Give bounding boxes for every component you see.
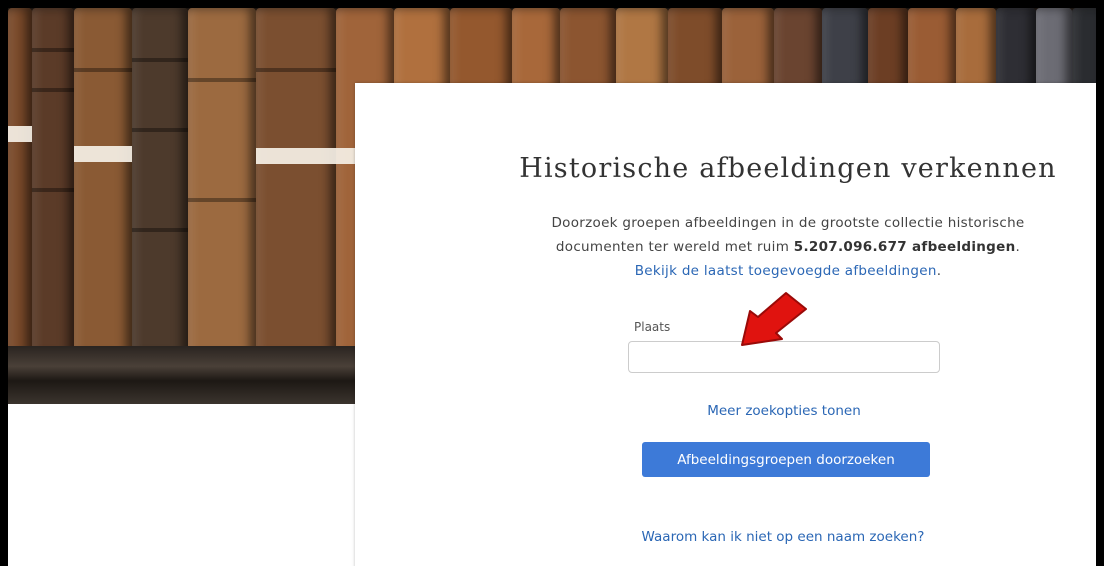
page-title: Historische afbeeldingen verkennen (519, 153, 1057, 184)
intro-text-suffix: . (1015, 239, 1021, 255)
book-spine (188, 8, 256, 356)
book-spine (74, 8, 132, 356)
book-spine (132, 8, 188, 356)
search-card: Historische afbeeldingen verkennen Doorz… (355, 83, 1096, 566)
recent-link-suffix: . (936, 263, 942, 279)
place-label: Plaats (634, 320, 671, 334)
why-name-search: Waarom kan ik niet op een naam zoeken? (637, 530, 929, 545)
intro-text: Doorzoek groepen afbeeldingen in de groo… (518, 211, 1058, 283)
book-spine (256, 8, 336, 356)
book-spine (8, 8, 32, 356)
search-button[interactable]: Afbeeldingsgroepen doorzoeken (642, 442, 930, 477)
why-name-search-link[interactable]: Waarom kan ik niet op een naam zoeken? (642, 529, 925, 545)
more-options-link[interactable]: Meer zoekopties tonen (707, 403, 861, 419)
recent-images-link[interactable]: Bekijk de laatst toegevoegde afbeeldinge… (635, 263, 937, 279)
more-options: Meer zoekopties tonen (628, 403, 940, 419)
book-spine (32, 8, 74, 356)
red-arrow-annotation-icon (741, 292, 807, 346)
image-count: 5.207.096.677 afbeeldingen (793, 239, 1016, 255)
page-frame: Historische afbeeldingen verkennen Doorz… (0, 0, 1104, 566)
